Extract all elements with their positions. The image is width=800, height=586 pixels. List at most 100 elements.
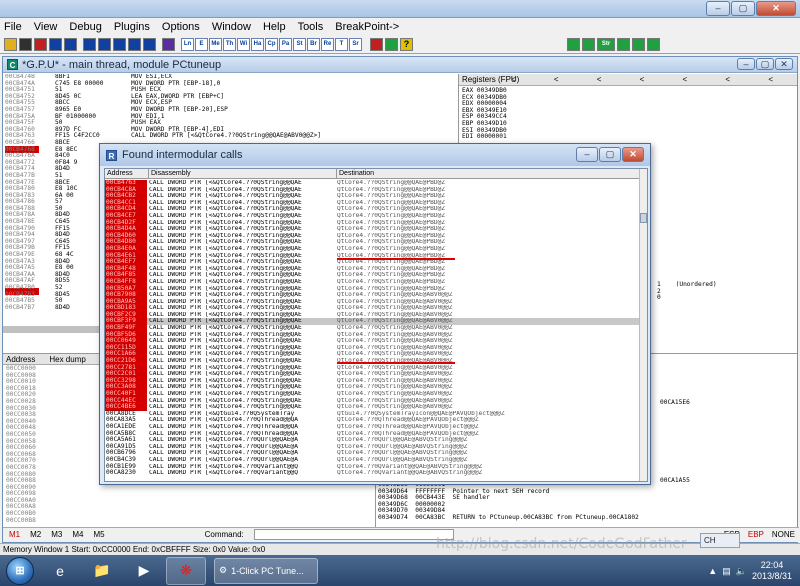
run-icon[interactable] xyxy=(49,37,62,51)
trace-into-icon[interactable] xyxy=(113,37,126,51)
calls-row[interactable]: 00CB4CE7 CALL DWORD PTR [<&QtCore4.??0QSt… xyxy=(105,212,641,220)
expand-icon[interactable] xyxy=(567,37,580,51)
calls-row[interactable]: 00CB4C8A CALL DWORD PTR [<&QtCore4.??0QSt… xyxy=(105,186,641,194)
hex-tool-icon[interactable] xyxy=(617,37,630,51)
calls-row[interactable]: 00CB4FF8 CALL DWORD PTR [<&QtCore4.??0QSt… xyxy=(105,278,641,286)
start-button[interactable]: ⊞ xyxy=(6,556,34,585)
calls-row[interactable]: 00CB7908 CALL DWORD PTR [<&QtCore4.??0QSt… xyxy=(105,291,641,299)
calls-row[interactable]: 00CA8230 CALL DWORD PTR [<&QtCore4.??0QVa… xyxy=(105,470,641,477)
calls-row[interactable]: 00CB4EF7 CALL DWORD PTR [<&QtCore4.??0QSt… xyxy=(105,259,641,266)
restart-icon[interactable] xyxy=(19,37,32,51)
calls-row[interactable]: 00CB50A7 CALL DWORD PTR [<&QtCore4.??0QSt… xyxy=(105,285,641,293)
goto-icon[interactable] xyxy=(162,37,175,51)
tab-m2[interactable]: M2 xyxy=(30,528,41,542)
calls-row[interactable]: 00CC115D CALL DWORD PTR [<&QtCore4.??0QSt… xyxy=(105,344,641,352)
calls-row[interactable]: 00CBF5D6 CALL DWORD PTR [<&QtCore4.??0QSt… xyxy=(105,331,641,339)
register-view-arrows[interactable]: < < < < < < < xyxy=(511,74,791,86)
calls-row[interactable]: 00CB4F48 CALL DWORD PTR [<&QtCore4.??0QSt… xyxy=(105,265,641,273)
list-tool-icon[interactable] xyxy=(647,37,660,51)
window-button-sr[interactable]: Sr xyxy=(349,37,362,51)
tab-m4[interactable]: M4 xyxy=(72,528,83,542)
menu-item-debug[interactable]: Debug xyxy=(69,21,101,33)
taskbar-app-button[interactable]: ⚙ 1-Click PC Tune... xyxy=(214,557,318,584)
execute-till-return-icon[interactable] xyxy=(143,37,156,51)
menu-item-options[interactable]: Options xyxy=(162,21,200,33)
tab-m1[interactable]: M1 xyxy=(9,528,20,542)
menu-item-plugins[interactable]: Plugins xyxy=(114,21,150,33)
window-button-t[interactable]: T xyxy=(335,37,348,51)
menu-item-tools[interactable]: Tools xyxy=(298,21,324,33)
ie-icon[interactable]: e xyxy=(40,557,80,585)
media-player-icon[interactable]: ▶ xyxy=(124,557,164,585)
calls-scroll-thumb[interactable] xyxy=(640,213,647,223)
menu-item-file[interactable]: File xyxy=(4,21,22,33)
calls-row[interactable]: 00CC40F1 CALL DWORD PTR [<&QtCore4.??0QSt… xyxy=(105,390,641,398)
calls-row[interactable]: 00CB4E0A CALL DWORD PTR [<&QtCore4.??0QSt… xyxy=(105,245,641,253)
minimize-button[interactable]: – xyxy=(706,1,730,16)
calls-row[interactable]: 00CB4F85 CALL DWORD PTR [<&QtCore4.??0QSt… xyxy=(105,272,641,279)
command-input[interactable] xyxy=(253,529,454,540)
calls-row[interactable]: 00CBF3F9 CALL DWORD PTR [<&QtCore4.??0QSt… xyxy=(105,318,641,326)
calls-row[interactable]: 00CB4D80 CALL DWORD PTR [<&QtCore4.??0QSt… xyxy=(105,239,641,246)
trace-over-icon[interactable] xyxy=(128,37,141,51)
calls-row[interactable]: 00CC2781 CALL DWORD PTR [<&QtCore4.??0QSt… xyxy=(105,364,641,372)
calls-list[interactable]: Address Disassembly Destination 00CB4763… xyxy=(104,168,648,482)
menu-item-help[interactable]: Help xyxy=(263,21,286,33)
window-button-th[interactable]: Th xyxy=(223,37,236,51)
close-program-icon[interactable] xyxy=(34,37,47,51)
window-button-me[interactable]: Me xyxy=(209,37,222,51)
calls-scrollbar[interactable] xyxy=(639,169,647,481)
dump-col-hex[interactable]: Hex dump xyxy=(49,354,85,364)
step-into-icon[interactable] xyxy=(83,37,96,51)
window-button-ha[interactable]: Ha xyxy=(251,37,264,51)
close-button[interactable]: ✕ xyxy=(756,1,796,16)
explorer-icon[interactable]: 📁 xyxy=(82,557,122,585)
cpu-minimize-button[interactable]: – xyxy=(737,58,755,70)
col-disassembly[interactable]: Disassembly xyxy=(149,169,337,179)
calls-row[interactable]: 00CA5A61 CALL DWORD PTR [<&QtCore4.??0QUr… xyxy=(105,437,641,444)
calls-row[interactable]: 00CB6796 CALL DWORD PTR [<&QtCore4.??0QUr… xyxy=(105,450,641,457)
window-button-br[interactable]: Br xyxy=(307,37,320,51)
calls-row[interactable]: 00CB4D4A CALL DWORD PTR [<&QtCore4.??0QSt… xyxy=(105,226,641,233)
calls-row[interactable]: 00CB4D60 CALL DWORD PTR [<&QtCore4.??0QSt… xyxy=(105,232,641,240)
collapse-icon[interactable] xyxy=(582,37,595,51)
plus-tool-icon[interactable] xyxy=(632,37,645,51)
window-button-e[interactable]: E xyxy=(195,37,208,51)
calls-row[interactable]: 00CA91D5 CALL DWORD PTR [<&QtCore4.??0QUr… xyxy=(105,443,641,451)
calls-minimize-button[interactable]: – xyxy=(576,147,598,162)
calls-row[interactable]: 00CC2C01 CALL DWORD PTR [<&QtCore4.??0QSt… xyxy=(105,371,641,378)
calls-row[interactable]: 00CC3298 CALL DWORD PTR [<&QtCore4.??0QSt… xyxy=(105,377,641,385)
tab-m3[interactable]: M3 xyxy=(51,528,62,542)
calls-row[interactable]: 00CA1EDE CALL DWORD PTR [<&QtCore4.??0QTh… xyxy=(105,423,641,431)
calls-row[interactable]: 00CB1E99 CALL DWORD PTR [<&QtCore4.??0QVa… xyxy=(105,463,641,471)
ebp-tag[interactable]: EBP xyxy=(748,528,764,542)
calls-row[interactable]: 00CC1A66 CALL DWORD PTR [<&QtCore4.??0QSt… xyxy=(105,351,641,359)
help-icon[interactable]: ? xyxy=(400,37,413,51)
options-icon[interactable] xyxy=(370,37,383,51)
calls-row[interactable]: 00CBF2C9 CALL DWORD PTR [<&QtCore4.??0QSt… xyxy=(105,311,641,319)
window-button-re[interactable]: Re xyxy=(321,37,334,51)
menu-item-view[interactable]: View xyxy=(34,21,58,33)
calls-maximize-button[interactable]: ▢ xyxy=(599,147,621,162)
cpu-close-button[interactable]: ✕ xyxy=(775,58,793,70)
calls-row[interactable]: 00CBA9A5 CALL DWORD PTR [<&QtCore4.??0QSt… xyxy=(105,298,641,306)
cpu-maximize-button[interactable]: ▢ xyxy=(756,58,774,70)
calls-row[interactable]: 00CB4763 CALL DWORD PTR [<&QtCore4.??0QSt… xyxy=(105,179,641,187)
open-icon[interactable] xyxy=(4,37,17,51)
window-button-ln[interactable]: Ln xyxy=(181,37,194,51)
calls-row[interactable]: 00CC44EC CALL DWORD PTR [<&QtCore4.??0QSt… xyxy=(105,397,641,405)
calls-row[interactable]: 00CB4D2F CALL DWORD PTR [<&QtCore4.??0QSt… xyxy=(105,219,641,227)
window-button-pa[interactable]: Pa xyxy=(279,37,292,51)
volume-icon[interactable]: 🔈 xyxy=(736,566,747,577)
calls-row[interactable]: 00CBF49F CALL DWORD PTR [<&QtCore4.??0QSt… xyxy=(105,324,641,332)
tray-arrow-icon[interactable]: ▲ xyxy=(708,566,717,576)
step-over-icon[interactable] xyxy=(98,37,111,51)
pause-icon[interactable] xyxy=(64,37,77,51)
calls-row[interactable]: 00CB4CB2 CALL DWORD PTR [<&QtCore4.??0QSt… xyxy=(105,193,641,200)
menu-item-breakpoint[interactable]: BreakPoint-> xyxy=(335,21,399,33)
window-button-wi[interactable]: Wi xyxy=(237,37,250,51)
string-tool-button[interactable]: Str xyxy=(597,37,615,51)
none-tag[interactable]: NONE xyxy=(772,528,795,542)
calls-row[interactable]: 00CB4CD4 CALL DWORD PTR [<&QtCore4.??0QSt… xyxy=(105,206,641,213)
network-icon[interactable]: ▤ xyxy=(722,566,731,577)
